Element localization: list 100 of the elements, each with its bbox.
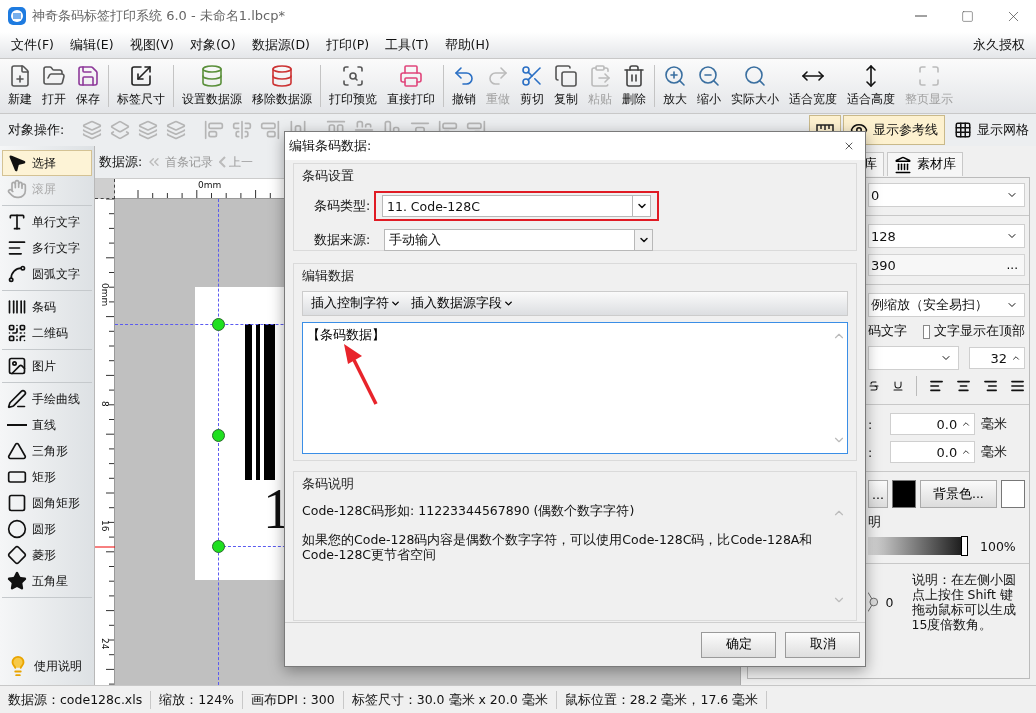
- dropdown[interactable]: 128: [868, 224, 1025, 248]
- toolbar-button[interactable]: 缩小: [692, 60, 726, 112]
- tool-button[interactable]: 矩形: [2, 464, 92, 490]
- arc-text-icon: [7, 264, 27, 284]
- toolbar-button[interactable]: 保存: [71, 60, 105, 112]
- menu-item[interactable]: 工具(T): [377, 33, 437, 57]
- opacity-slider[interactable]: [868, 537, 968, 555]
- browse-button[interactable]: ...: [1004, 258, 1020, 272]
- field-label: 码文字: [868, 323, 907, 340]
- unit-label: 毫米: [981, 443, 1008, 461]
- app-logo-icon: [8, 7, 26, 25]
- data-field[interactable]: 390 ...: [868, 254, 1025, 276]
- dropdown[interactable]: 0: [868, 183, 1025, 207]
- print-preview-icon: [341, 64, 365, 88]
- tool-button[interactable]: 多行文字: [2, 235, 92, 261]
- description-text: Code-128C码形如: 11223344567890 (偶数个数字字符): [302, 503, 636, 518]
- insert-menu[interactable]: 插入数据源字段: [407, 295, 518, 312]
- description-text: 如果您的Code-128码内容是偶数个数字字符，可以使用Code-128C码，比Code-128A和Code-128C更节省空间: [302, 532, 814, 562]
- tool-button[interactable]: 三角形: [2, 438, 92, 464]
- image-icon: [7, 356, 27, 376]
- group-title: 条码说明: [302, 476, 355, 493]
- copy-icon: [554, 64, 578, 88]
- toolbar-button[interactable]: 适合宽度: [784, 60, 842, 112]
- toolbar-button[interactable]: 复制: [549, 60, 583, 112]
- menu-item[interactable]: 帮助(H): [436, 33, 498, 57]
- zoom-icon: [743, 64, 767, 88]
- toolbar-button[interactable]: 撤销: [447, 60, 481, 112]
- toolbar-button[interactable]: 删除: [617, 60, 651, 112]
- dropdown[interactable]: 手动输入: [384, 229, 653, 251]
- slider-thumb[interactable]: [961, 536, 968, 556]
- redo-icon: [486, 64, 510, 88]
- color-swatch[interactable]: [1000, 480, 1025, 508]
- insert-menu[interactable]: 插入控制字符: [307, 295, 405, 312]
- toolbar-button[interactable]: 放大: [658, 60, 692, 112]
- toolbar-button[interactable]: 设置数据源: [177, 60, 247, 112]
- panel-tab[interactable]: 素材库: [887, 152, 963, 176]
- font-size-field[interactable]: 32: [969, 347, 1025, 369]
- ellipse-icon: [7, 519, 27, 539]
- menu-item[interactable]: 视图(V): [121, 33, 182, 57]
- view-toggle[interactable]: 显示网格: [947, 115, 1036, 145]
- strikethrough-icon[interactable]: [868, 378, 881, 394]
- toolbar-button[interactable]: 适合高度: [842, 60, 900, 112]
- triangle-icon: [7, 441, 27, 461]
- tool-button[interactable]: 二维码: [2, 320, 92, 346]
- toolbar-button[interactable]: 打开: [37, 60, 71, 112]
- barcode-icon: [7, 297, 27, 317]
- toolbar-button[interactable]: 打印预览: [324, 60, 382, 112]
- previous-icon: [219, 156, 227, 168]
- menu-item[interactable]: 数据源(D): [243, 33, 318, 57]
- toolbar-button[interactable]: 标签尺寸: [112, 60, 170, 112]
- tool-button[interactable]: 手绘曲线: [2, 386, 92, 412]
- tool-button[interactable]: 选择: [2, 150, 92, 176]
- tool-button[interactable]: 直线: [2, 412, 92, 438]
- caret-icon: [390, 298, 401, 309]
- new-file-icon: [8, 64, 32, 88]
- background-color-button[interactable]: 背景色...: [919, 480, 997, 508]
- tool-button[interactable]: 单行文字: [2, 209, 92, 235]
- toolbar-button[interactable]: 实际大小: [726, 60, 784, 112]
- toolbar-button[interactable]: 剪切: [515, 60, 549, 112]
- multiline-text-icon: [7, 238, 27, 258]
- number-field[interactable]: 0.0: [890, 441, 976, 463]
- color-swatch[interactable]: [891, 480, 916, 508]
- paste-icon: [588, 64, 612, 88]
- toolbar-button[interactable]: 移除数据源: [247, 60, 317, 112]
- dropdown[interactable]: 11. Code-128C: [382, 195, 651, 217]
- status-item: 画布DPI：300: [243, 690, 344, 709]
- underline-icon[interactable]: [892, 378, 905, 394]
- ruler-label: 0mm: [198, 181, 222, 190]
- tool-button[interactable]: 菱形: [2, 542, 92, 568]
- datasource-label: 数据源:: [99, 153, 143, 171]
- tool-button[interactable]: 圆弧文字: [2, 261, 92, 287]
- toolbar-button[interactable]: 新建: [3, 60, 37, 112]
- field-label: :: [868, 444, 873, 460]
- tool-button[interactable]: 图片: [2, 353, 92, 379]
- tool-button[interactable]: 五角星: [2, 568, 92, 594]
- menu-item[interactable]: 文件(F): [3, 33, 62, 57]
- tool-button[interactable]: 圆角矩形: [2, 490, 92, 516]
- label-size-icon: [129, 64, 153, 88]
- unit-label: 毫米: [981, 415, 1008, 433]
- color-button[interactable]: ...: [868, 480, 888, 508]
- status-item: 鼠标位置：28.2 毫米，17.6 毫米: [556, 690, 768, 709]
- hand-icon: [7, 179, 27, 199]
- help-button[interactable]: 使用说明: [2, 651, 92, 681]
- menu-item[interactable]: 打印(P): [317, 33, 378, 57]
- dialog-button[interactable]: 确定: [701, 631, 776, 658]
- barcode-data-field[interactable]: 【条码数据】: [302, 322, 848, 454]
- number-field[interactable]: 0.0: [890, 413, 976, 435]
- tool-button[interactable]: 圆形: [2, 516, 92, 542]
- undo-icon: [452, 64, 476, 88]
- dropdown[interactable]: 例缩放（安全易扫）: [868, 293, 1025, 317]
- ruler-label: 8: [100, 401, 109, 407]
- dialog-button[interactable]: 取消: [785, 631, 860, 658]
- tool-button[interactable]: 条码: [2, 294, 92, 320]
- hint-text: 说明：在左侧小圆点上按住 Shift 键拖动鼠标可以生成15度倍数角。: [911, 572, 1017, 632]
- checkbox[interactable]: [923, 324, 930, 339]
- pen-icon: [7, 389, 27, 409]
- rotation-knob-icon: [868, 590, 880, 614]
- menu-item[interactable]: 编辑(E): [61, 33, 122, 57]
- toolbar-button[interactable]: 直接打印: [382, 60, 440, 112]
- menu-item[interactable]: 对象(O): [181, 33, 244, 57]
